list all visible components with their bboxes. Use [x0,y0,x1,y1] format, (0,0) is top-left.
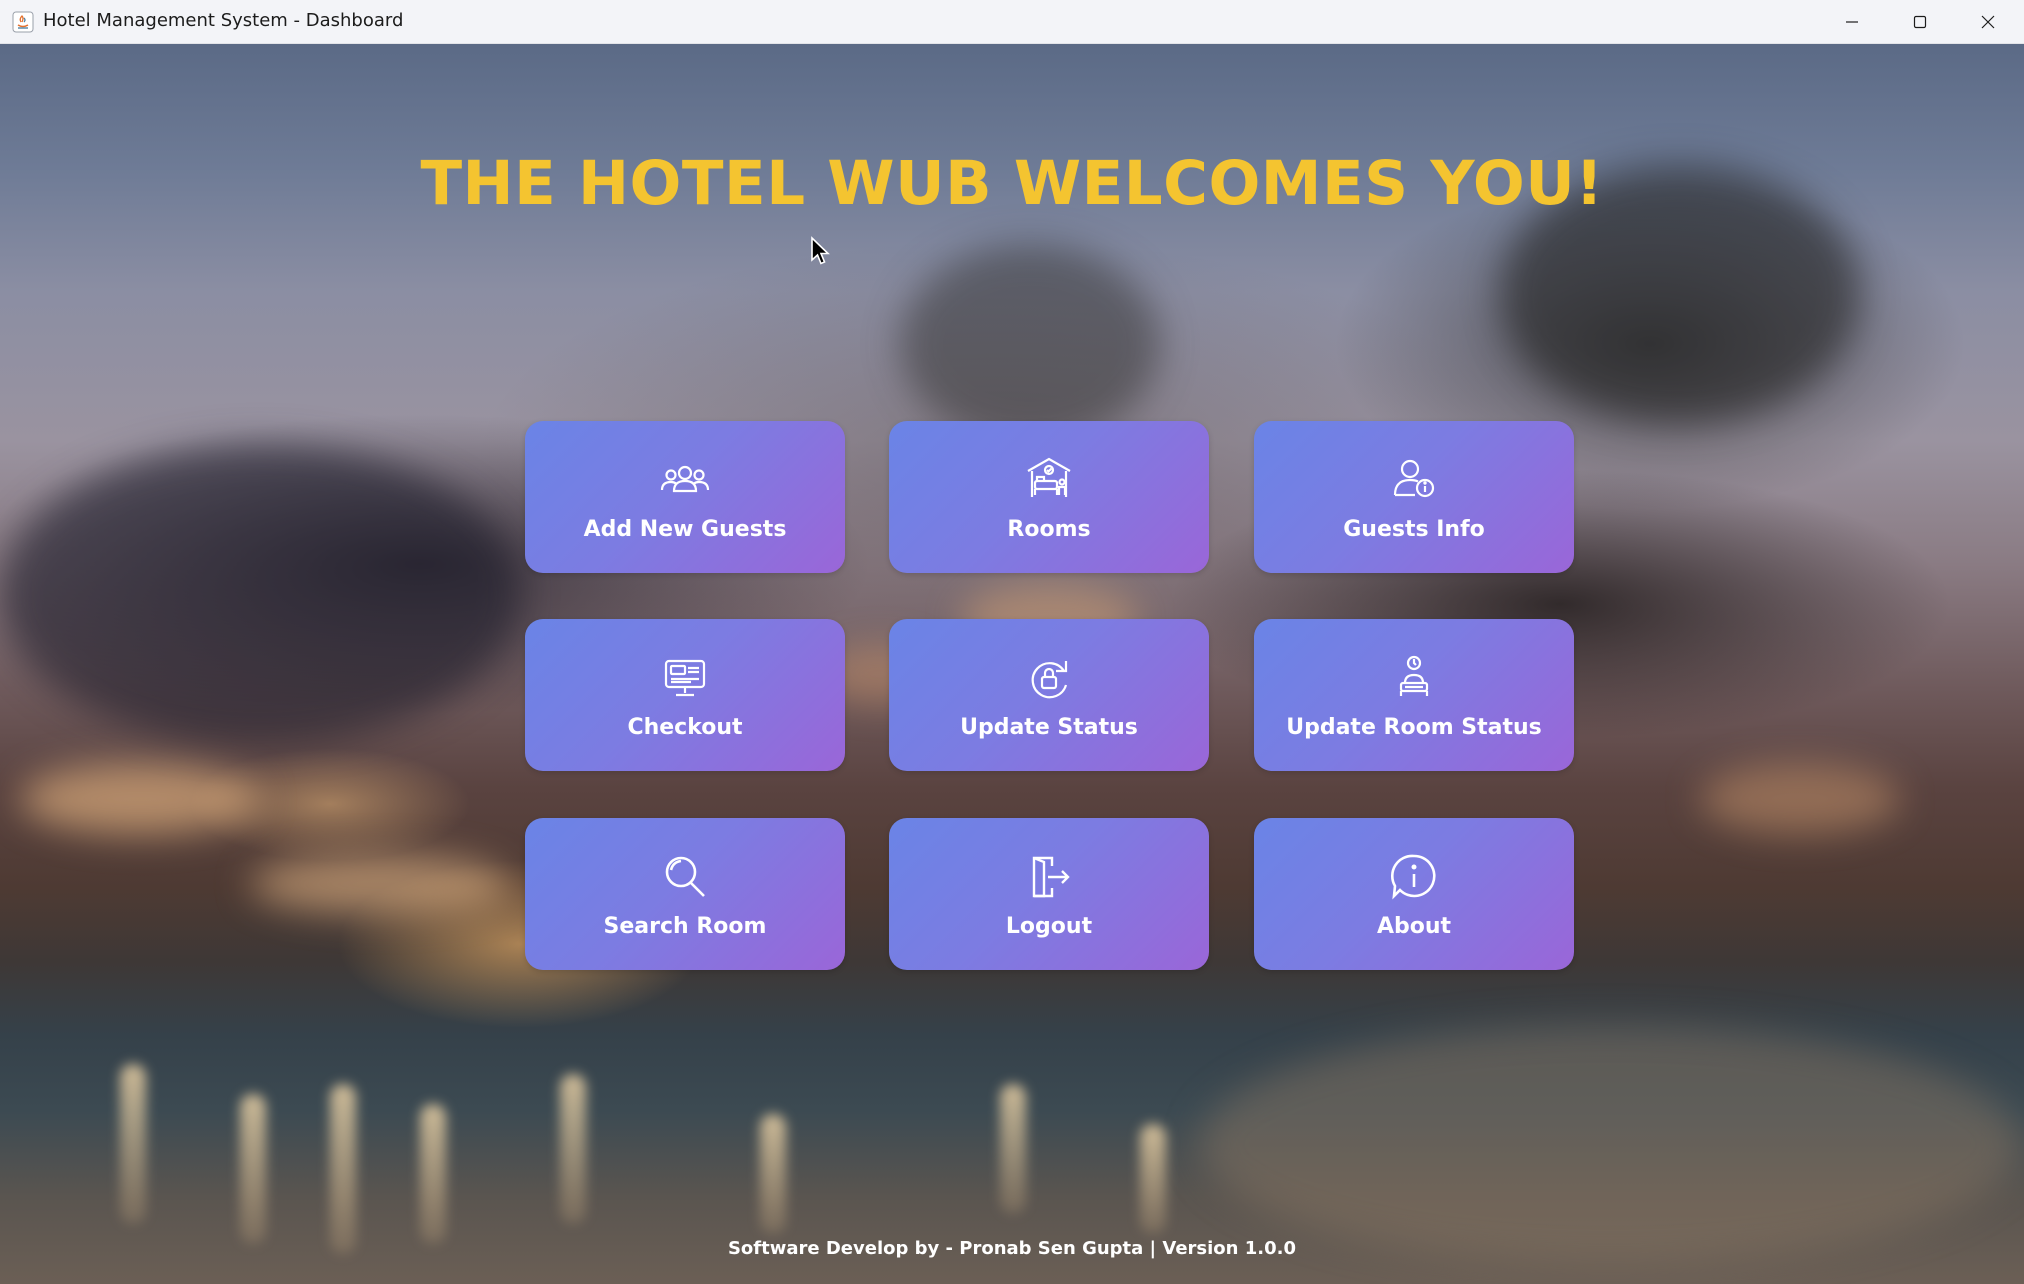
maximize-icon [1913,15,1927,29]
guests-info-button[interactable]: Guests Info [1254,421,1574,573]
update-status-button[interactable]: Update Status [889,619,1209,771]
search-room-button[interactable]: Search Room [525,818,845,970]
checkout-monitor-icon [664,659,706,697]
tile-label: Update Room Status [1286,715,1542,740]
user-info-icon [1393,459,1435,498]
java-app-icon [12,11,34,33]
tile-label: Guests Info [1343,517,1485,542]
update-room-status-button[interactable]: Update Room Status [1254,619,1574,771]
tile-label: Rooms [1007,517,1091,542]
info-icon [1390,854,1436,900]
window-titlebar: Hotel Management System - Dashboard [0,0,2024,44]
rooms-button[interactable]: Rooms [889,421,1209,573]
welcome-headline: THE HOTEL WUB WELCOMES YOU! [420,148,1604,219]
tile-label: Logout [1005,914,1093,939]
close-icon [1981,15,1995,29]
close-button[interactable] [1954,0,2022,44]
maximize-button[interactable] [1886,0,1954,44]
footer-credits: Software Develop by - Pronab Sen Gupta |… [727,1238,1297,1259]
tile-label: Search Room [603,914,767,939]
tile-label: Checkout [627,715,743,740]
logout-button[interactable]: Logout [889,818,1209,970]
window-title: Hotel Management System - Dashboard [43,10,404,31]
add-new-guests-button[interactable]: Add New Guests [525,421,845,573]
mouse-cursor-icon [811,236,830,265]
logout-icon [1032,856,1070,898]
guests-icon [660,465,710,493]
search-icon [665,856,705,897]
room-status-icon [1399,655,1429,696]
minimize-button[interactable] [1818,0,1886,44]
hotel-room-icon [1027,457,1071,497]
tile-label: About [1376,914,1452,939]
tile-label: Add New Guests [583,517,787,542]
checkout-button[interactable]: Checkout [525,619,845,771]
refresh-lock-icon [1031,661,1068,699]
tile-label: Update Status [960,715,1138,740]
minimize-icon [1846,21,1858,23]
about-button[interactable]: About [1254,818,1574,970]
